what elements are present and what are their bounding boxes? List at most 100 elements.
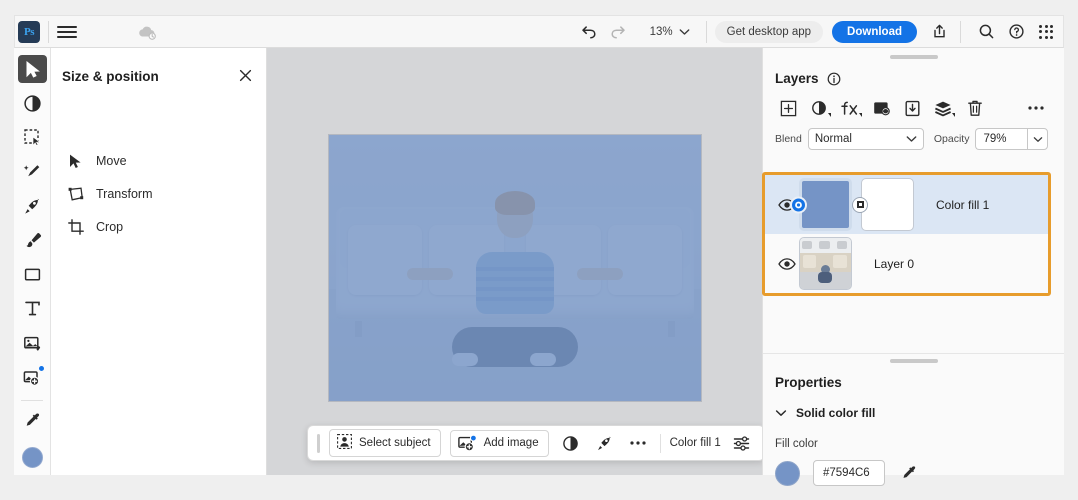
sidebar-item-image-tool[interactable] bbox=[18, 329, 47, 357]
help-icon[interactable] bbox=[1003, 19, 1029, 45]
chevron-down-icon bbox=[1033, 136, 1043, 143]
sidebar-item-move[interactable]: Move bbox=[67, 149, 127, 173]
opacity-input[interactable]: 79% bbox=[975, 128, 1027, 150]
photoshop-web-app: Ps 13% bbox=[0, 0, 1078, 500]
select-subject-button[interactable]: Select subject bbox=[329, 429, 441, 457]
remove-tool-icon bbox=[23, 197, 42, 216]
mask-square-icon bbox=[852, 197, 868, 213]
adjust-icon[interactable] bbox=[558, 431, 583, 456]
blend-opacity-row: Blend Normal Opacity 79% bbox=[763, 121, 1064, 150]
cloud-sync-icon bbox=[137, 24, 157, 40]
layer-thumbnail[interactable] bbox=[799, 237, 852, 290]
layer-effects-button[interactable] bbox=[835, 95, 866, 121]
layer-mask-thumbnail[interactable] bbox=[861, 178, 914, 231]
search-icon[interactable] bbox=[973, 19, 999, 45]
layers-toolbar bbox=[763, 86, 1064, 121]
image-icon bbox=[23, 334, 42, 353]
drag-grip[interactable] bbox=[317, 434, 320, 453]
fill-color-label: Fill color bbox=[763, 420, 1064, 450]
fill-color-swatch[interactable] bbox=[775, 461, 800, 486]
layers-panel-header: Layers bbox=[763, 59, 1064, 86]
add-image-label: Add image bbox=[484, 437, 539, 449]
zoom-level-select[interactable]: 13% bbox=[646, 23, 694, 41]
rail-divider bbox=[21, 400, 43, 401]
sidebar-item-move-tool[interactable] bbox=[18, 55, 47, 83]
undo-icon[interactable] bbox=[576, 19, 602, 45]
info-icon[interactable] bbox=[827, 72, 841, 86]
app-grid-icon[interactable] bbox=[1033, 19, 1059, 45]
sidebar-item-label: Transform bbox=[96, 187, 153, 201]
layer-name: Layer 0 bbox=[874, 257, 914, 271]
sidebar-item-brush-tool[interactable] bbox=[18, 226, 47, 254]
opacity-label: Opacity bbox=[934, 133, 970, 145]
active-layer-label: Color fill 1 bbox=[670, 437, 721, 449]
chevron-down-icon bbox=[906, 135, 917, 143]
paintbrush-icon bbox=[23, 231, 42, 250]
layer-mask-button[interactable] bbox=[866, 95, 897, 121]
solid-color-fill-section[interactable]: Solid color fill bbox=[763, 390, 1064, 420]
panel-title: Layers bbox=[775, 71, 819, 86]
sidebar-item-type-tool[interactable] bbox=[18, 295, 47, 323]
photoshop-logo[interactable]: Ps bbox=[18, 21, 40, 43]
adjustment-layer-button[interactable] bbox=[804, 95, 835, 121]
hamburger-icon[interactable] bbox=[57, 22, 77, 42]
color-fill-overlay bbox=[329, 135, 701, 401]
panel-title: Properties bbox=[763, 363, 1064, 390]
sidebar-item-retouch-tool[interactable] bbox=[18, 158, 47, 186]
layer-name: Color fill 1 bbox=[936, 198, 989, 212]
sliders-icon[interactable] bbox=[730, 431, 755, 456]
remove-icon[interactable] bbox=[592, 431, 617, 456]
opacity-stepper[interactable] bbox=[1027, 128, 1048, 150]
text-t-icon bbox=[23, 299, 42, 318]
group-layers-button[interactable] bbox=[928, 95, 959, 121]
cursor-arrow-icon bbox=[67, 153, 84, 170]
toolbar-divider bbox=[706, 21, 707, 43]
table-row[interactable]: Layer 0 bbox=[765, 234, 1048, 293]
fill-color-hex-input[interactable]: #7594C6 bbox=[813, 460, 885, 486]
spot-heal-icon bbox=[23, 162, 42, 181]
chevron-down-icon bbox=[828, 113, 831, 117]
layers-list: Color fill 1 bbox=[762, 172, 1051, 296]
share-icon[interactable] bbox=[926, 19, 952, 45]
sidebar-item-shape-tool[interactable] bbox=[18, 261, 47, 289]
sidebar-item-adjust-tool[interactable] bbox=[18, 89, 47, 117]
sidebar-item-remove-tool[interactable] bbox=[18, 192, 47, 220]
add-image-ai-icon bbox=[458, 435, 477, 452]
close-icon[interactable] bbox=[236, 66, 254, 84]
eyedropper-icon[interactable] bbox=[898, 462, 920, 484]
panel-title: Size & position bbox=[62, 69, 159, 84]
redo-icon[interactable] bbox=[606, 19, 632, 45]
chevron-down-icon bbox=[952, 113, 955, 117]
contextual-toolbar: Select subject Add image bbox=[307, 425, 762, 461]
more-ellipsis-icon[interactable] bbox=[626, 431, 651, 456]
sidebar-item-label: Crop bbox=[96, 220, 123, 234]
properties-panel: Properties Solid color fill Fill color #… bbox=[763, 353, 1064, 475]
select-subject-label: Select subject bbox=[359, 437, 431, 449]
sidebar-item-generative-tool[interactable] bbox=[18, 363, 47, 391]
layers-more-button[interactable] bbox=[1020, 95, 1051, 121]
blend-mode-select[interactable]: Normal bbox=[808, 128, 924, 150]
sidebar-item-eyedropper-tool[interactable] bbox=[18, 406, 47, 434]
select-subject-icon bbox=[337, 434, 352, 452]
eye-icon[interactable] bbox=[774, 251, 799, 276]
add-image-button[interactable]: Add image bbox=[450, 430, 549, 457]
size-position-panel: Size & position Move Transform bbox=[51, 48, 267, 475]
get-desktop-app-button[interactable]: Get desktop app bbox=[715, 21, 823, 43]
table-row[interactable]: Color fill 1 bbox=[765, 175, 1048, 234]
sidebar-item-crop[interactable]: Crop bbox=[67, 215, 123, 239]
sidebar-item-select-tool[interactable] bbox=[18, 124, 47, 152]
marquee-select-icon bbox=[23, 128, 42, 147]
delete-layer-button[interactable] bbox=[959, 95, 990, 121]
new-feature-badge bbox=[38, 365, 45, 372]
download-button[interactable]: Download bbox=[832, 21, 917, 43]
sidebar-item-transform[interactable]: Transform bbox=[67, 182, 153, 206]
toolbar-divider bbox=[960, 21, 961, 43]
clipping-mask-button[interactable] bbox=[897, 95, 928, 121]
color-swatch[interactable] bbox=[22, 447, 43, 468]
foreground-color-swatch[interactable] bbox=[18, 444, 47, 472]
add-layer-button[interactable] bbox=[773, 95, 804, 121]
artboard[interactable] bbox=[329, 135, 701, 401]
canvas-area[interactable]: Select subject Add image bbox=[267, 48, 762, 475]
chevron-down-icon bbox=[775, 409, 787, 417]
tools-rail bbox=[14, 48, 51, 475]
